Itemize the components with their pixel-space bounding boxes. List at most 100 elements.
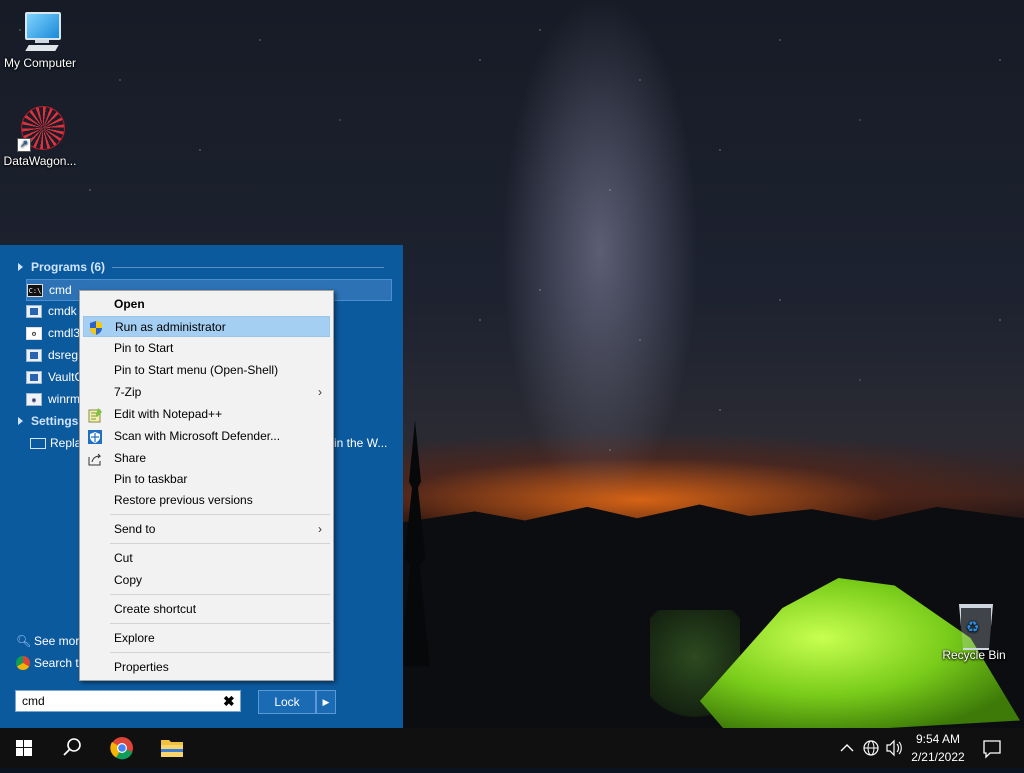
windows-logo-icon xyxy=(16,740,32,756)
lock-button[interactable]: Lock xyxy=(258,690,316,714)
menu-item-pin-to-start-open-shell[interactable]: Pin to Start menu (Open-Shell) xyxy=(83,360,330,381)
menu-item-run-as-administrator[interactable]: Run as administrator xyxy=(83,316,330,337)
menu-item-label: Pin to Start xyxy=(114,341,174,355)
program-label: VaultC xyxy=(48,370,84,384)
context-menu: Open Run as administrator Pin to Start P… xyxy=(79,290,334,681)
see-more-results-link[interactable]: 🔍︎ See more xyxy=(16,634,86,648)
taskbar-chrome[interactable] xyxy=(98,728,146,768)
menu-item-pin-to-taskbar[interactable]: Pin to taskbar xyxy=(83,469,330,490)
menu-item-copy[interactable]: Copy xyxy=(83,570,330,591)
cmdl-icon: ⚙ xyxy=(26,326,42,340)
menu-item-cut[interactable]: Cut xyxy=(83,548,330,569)
menu-item-restore-previous-versions[interactable]: Restore previous versions xyxy=(83,490,330,511)
desktop-icon-label: Recycle Bin xyxy=(942,648,1006,662)
program-item-cmdk[interactable]: cmdk xyxy=(26,301,77,321)
menu-item-label: 7-Zip xyxy=(114,385,142,399)
recycle-bin-icon: ♻ xyxy=(955,600,993,650)
program-label: dsreg xyxy=(48,348,79,362)
power-options-arrow-button[interactable]: ▶ xyxy=(316,690,336,714)
desktop-icon-label: My Computer xyxy=(3,56,77,70)
folder-icon xyxy=(161,740,183,757)
menu-item-open[interactable]: Open xyxy=(83,294,330,315)
divider xyxy=(112,267,384,268)
program-label: cmdl3 xyxy=(48,326,81,340)
menu-item-label: Properties xyxy=(114,660,169,674)
menu-item-scan-defender[interactable]: Scan with Microsoft Defender... xyxy=(83,426,330,447)
desktop-icon-datawagon[interactable]: ↗ DataWagon... xyxy=(0,104,80,168)
menu-item-label: Create shortcut xyxy=(114,602,197,616)
chrome-icon xyxy=(110,737,133,760)
display-icon xyxy=(30,437,46,449)
defender-icon xyxy=(87,429,103,445)
taskbar-clock[interactable]: 9:54 AM 2/21/2022 xyxy=(900,730,976,766)
menu-separator xyxy=(110,623,330,624)
menu-separator xyxy=(110,543,330,544)
programs-header-label: Programs (6) xyxy=(31,260,106,274)
settings-header-label: Settings xyxy=(31,414,79,428)
clear-search-icon[interactable]: ✖ xyxy=(223,693,235,710)
network-button[interactable] xyxy=(860,728,882,768)
settings-item[interactable]: Repla xyxy=(30,433,81,453)
menu-item-label: Cut xyxy=(114,551,133,565)
settings-item-label: Repla xyxy=(50,436,82,450)
submenu-arrow-icon: › xyxy=(318,385,322,399)
menu-item-7zip[interactable]: 7-Zip › xyxy=(83,382,330,403)
program-label: cmdk xyxy=(48,304,77,318)
menu-item-label: Explore xyxy=(114,631,155,645)
share-icon xyxy=(87,451,103,467)
desktop-icon-recycle-bin[interactable]: ♻ Recycle Bin xyxy=(934,600,1014,662)
desktop-icon-my-computer[interactable]: My Computer xyxy=(0,8,80,70)
notification-icon xyxy=(983,740,1001,759)
menu-separator xyxy=(110,652,330,653)
search-the-web-link[interactable]: Search th xyxy=(16,656,85,670)
search-the-web-label: Search th xyxy=(34,656,86,670)
menu-item-label: Run as administrator xyxy=(115,320,226,334)
program-item-winrm[interactable]: ◉ winrm xyxy=(26,389,80,409)
network-globe-icon xyxy=(863,740,879,756)
window-icon xyxy=(26,348,42,362)
program-label: cmd xyxy=(49,283,72,297)
menu-item-label: Restore previous versions xyxy=(114,493,253,507)
menu-item-send-to[interactable]: Send to › xyxy=(83,519,330,540)
program-item-vaultc[interactable]: VaultC xyxy=(26,367,83,387)
menu-item-share[interactable]: Share xyxy=(83,448,330,469)
chevron-up-icon xyxy=(840,744,854,752)
submenu-arrow-icon: › xyxy=(318,522,322,536)
menu-item-label: Scan with Microsoft Defender... xyxy=(114,429,281,443)
start-button[interactable] xyxy=(0,728,48,768)
search-icon xyxy=(63,738,81,756)
menu-item-label: Share xyxy=(114,451,147,465)
action-center-button[interactable] xyxy=(978,728,1006,768)
taskbar-file-explorer[interactable] xyxy=(148,728,196,768)
computer-icon xyxy=(17,8,63,54)
menu-separator xyxy=(110,594,330,595)
datawagon-shortcut-icon: ↗ xyxy=(17,104,65,152)
programs-header[interactable]: Programs (6) xyxy=(18,260,105,274)
start-search-input[interactable] xyxy=(15,690,241,712)
menu-item-edit-notepad-plus[interactable]: Edit with Notepad++ xyxy=(83,404,330,425)
menu-item-label: Edit with Notepad++ xyxy=(114,407,223,421)
taskbar xyxy=(0,728,1024,768)
program-item-dsreg[interactable]: dsreg xyxy=(26,345,78,365)
show-hidden-icons-button[interactable] xyxy=(838,728,856,768)
program-item-cmdl3[interactable]: ⚙ cmdl3 xyxy=(26,323,80,343)
menu-item-explore[interactable]: Explore xyxy=(83,628,330,649)
search-magnifier-icon: 🔍︎ xyxy=(16,634,32,648)
taskbar-search-button[interactable] xyxy=(48,728,96,768)
menu-item-properties[interactable]: Properties xyxy=(83,657,330,678)
notepad-plus-icon xyxy=(87,407,103,423)
expand-triangle-icon xyxy=(18,417,23,425)
cmd-icon: C:\ xyxy=(27,283,43,297)
menu-item-label: Pin to taskbar xyxy=(114,472,188,486)
desktop-icon-label: DataWagon... xyxy=(3,154,77,168)
menu-item-pin-to-start[interactable]: Pin to Start xyxy=(83,338,330,359)
menu-item-label: Pin to Start menu (Open-Shell) xyxy=(114,363,279,377)
settings-item-label-tail: in the W... xyxy=(334,436,388,450)
menu-item-label: Copy xyxy=(114,573,143,587)
settings-item-tail[interactable]: in the W... xyxy=(334,433,387,453)
expand-triangle-icon xyxy=(18,263,23,271)
menu-item-create-shortcut[interactable]: Create shortcut xyxy=(83,599,330,620)
uac-shield-icon xyxy=(88,320,104,336)
settings-header[interactable]: Settings xyxy=(18,414,78,428)
window-icon xyxy=(26,304,42,318)
